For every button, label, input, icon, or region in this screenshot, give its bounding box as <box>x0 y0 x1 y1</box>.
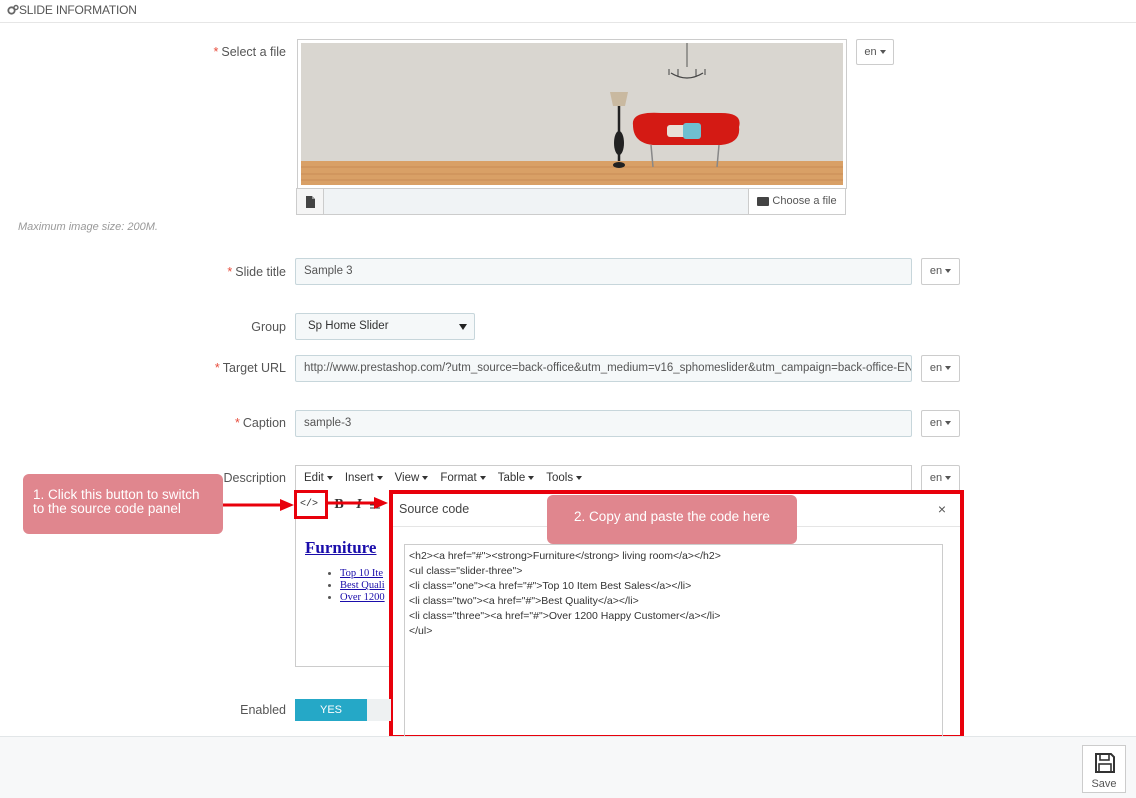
menu-view[interactable]: View <box>395 466 429 491</box>
caret-down-icon <box>576 475 583 480</box>
save-icon <box>1095 753 1115 773</box>
caret-down-icon <box>945 269 952 274</box>
menu-edit[interactable]: Edit <box>304 466 333 491</box>
modal-title: Source code <box>399 502 470 516</box>
panel-title: SLIDE INFORMATION <box>19 3 137 17</box>
preview-list: Top 10 Ite Best Quali Over 1200 <box>312 568 385 604</box>
caret-down-icon <box>528 475 535 480</box>
caret-down-icon <box>945 476 952 481</box>
code-line: <li class="two"><a href="#">Best Quality… <box>409 595 639 607</box>
target-url-input[interactable]: http://www.prestashop.com/?utm_source=ba… <box>295 355 912 382</box>
slide-image-preview <box>297 39 847 189</box>
caret-down-icon <box>326 475 333 480</box>
callout-step-one: 1. Click this button to switch to the so… <box>23 474 223 534</box>
choose-file-button[interactable]: Choose a file <box>748 189 845 214</box>
group-label: Group <box>251 320 286 334</box>
caret-down-icon <box>945 366 952 371</box>
list-item: Top 10 Ite <box>340 568 385 580</box>
panel-footer <box>0 736 1136 798</box>
preview-heading[interactable]: Furniture <box>305 538 376 558</box>
callout-arrows <box>222 497 388 511</box>
code-line: <li class="one"><a href="#">Top 10 Item … <box>409 580 692 592</box>
file-input-row: Choose a file <box>296 188 846 215</box>
source-code-textarea[interactable]: <h2><a href="#"><strong>Furniture</stron… <box>404 544 943 744</box>
gears-icon <box>7 4 19 15</box>
enabled-yes-toggle[interactable]: YES <box>295 699 367 721</box>
caret-down-icon <box>376 475 383 480</box>
file-lang-dropdown[interactable]: en <box>856 39 894 65</box>
caret-down-icon <box>879 50 886 55</box>
file-icon <box>297 189 324 214</box>
url-label: * Target URL <box>214 361 286 375</box>
slide-image <box>301 43 843 185</box>
enabled-label: Enabled <box>240 703 286 717</box>
slide-title-input[interactable]: Sample 3 <box>295 258 912 285</box>
title-label: * Slide title <box>227 265 286 279</box>
triangle-down-icon <box>459 324 467 330</box>
callout-step-two: 2. Copy and paste the code here <box>547 495 797 544</box>
file-label: * Select a file <box>213 45 287 59</box>
description-lang-dropdown[interactable]: en <box>921 465 960 492</box>
folder-open-icon <box>757 196 770 206</box>
menu-tools[interactable]: Tools <box>546 466 583 491</box>
save-label: Save <box>1091 778 1117 790</box>
editor-menubar: Edit Insert View Format Table Tools <box>296 466 911 491</box>
list-item: Over 1200 <box>340 592 385 604</box>
caption-input[interactable]: sample-3 <box>295 410 912 437</box>
list-item: Best Quali <box>340 580 385 592</box>
code-line: </ul> <box>409 625 433 637</box>
code-line: <h2><a href="#"><strong>Furniture</stron… <box>409 550 721 562</box>
menu-format[interactable]: Format <box>440 466 486 491</box>
menu-table[interactable]: Table <box>498 466 535 491</box>
caret-down-icon <box>479 475 486 480</box>
save-button[interactable]: Save <box>1082 745 1126 793</box>
url-lang-dropdown[interactable]: en <box>921 355 960 382</box>
enabled-no-toggle[interactable] <box>367 699 391 721</box>
code-line: <li class="three"><a href="#">Over 1200 … <box>409 610 721 622</box>
caret-down-icon <box>422 475 429 480</box>
caret-down-icon <box>945 421 952 426</box>
panel-header: SLIDE INFORMATION <box>0 0 1136 23</box>
caption-label: * Caption <box>235 416 286 430</box>
title-lang-dropdown[interactable]: en <box>921 258 960 285</box>
close-icon[interactable]: × <box>938 501 946 517</box>
code-line: <ul class="slider-three"> <box>409 565 523 577</box>
caption-lang-dropdown[interactable]: en <box>921 410 960 437</box>
menu-insert[interactable]: Insert <box>345 466 383 491</box>
group-select[interactable]: Sp Home Slider <box>295 313 475 340</box>
max-size-hint: Maximum image size: 200M. <box>18 221 158 233</box>
